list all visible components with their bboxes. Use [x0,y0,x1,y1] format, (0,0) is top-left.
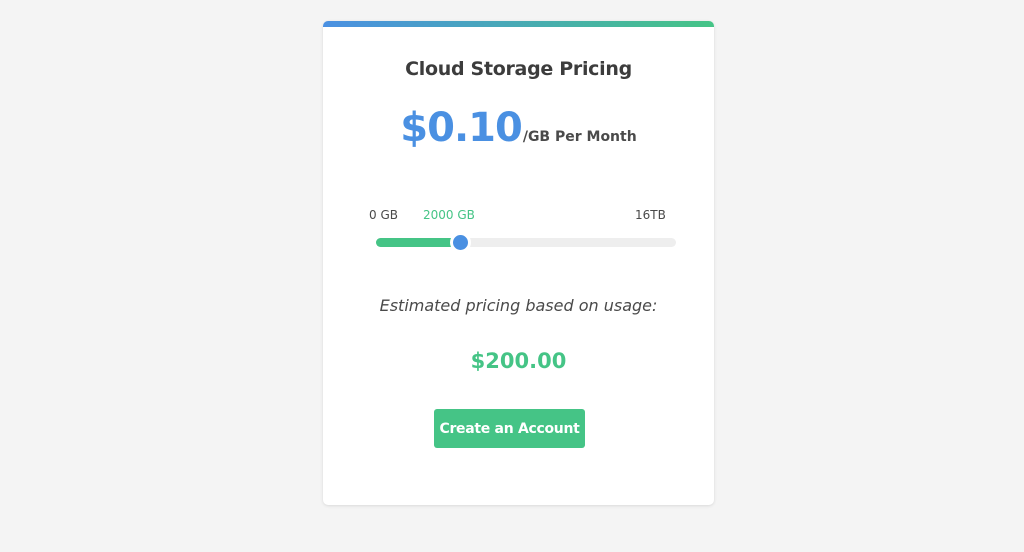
create-account-button[interactable]: Create an Account [434,409,585,448]
slider-current-value-label: 2000 GB [423,208,475,222]
price-amount: $0.10 [400,105,523,151]
storage-slider-track[interactable] [376,232,676,253]
price-display: $0.10/GB Per Month [323,105,714,151]
slider-min-label: 0 GB [369,208,398,222]
estimated-price: $200.00 [470,349,567,373]
slider-max-label: 16TB [635,208,666,222]
estimate-label: Estimated pricing based on usage: [379,296,658,315]
pricing-card: Cloud Storage Pricing $0.10/GB Per Month… [323,21,714,505]
price-unit: /GB Per Month [522,129,637,145]
card-accent-bar [323,21,714,27]
storage-slider-thumb[interactable] [450,232,471,253]
card-title: Cloud Storage Pricing [405,58,632,80]
storage-slider-fill [376,238,457,247]
